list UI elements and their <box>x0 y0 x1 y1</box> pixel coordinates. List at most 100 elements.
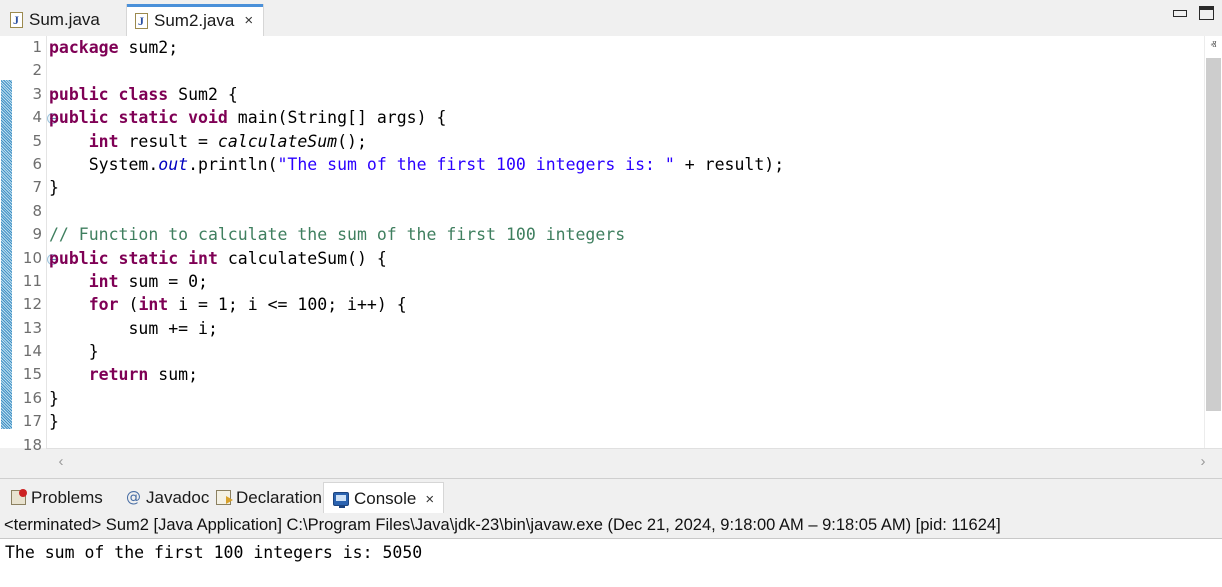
code-token: public <box>49 85 109 104</box>
line-number: 16 <box>0 387 46 410</box>
code-token <box>49 365 89 384</box>
code-token: out <box>158 155 188 174</box>
console-panel[interactable]: <terminated> Sum2 [Java Application] C:\… <box>0 513 1222 587</box>
code-token <box>49 132 89 151</box>
code-token: int <box>89 132 119 151</box>
line-number-ruler: 1 2 3 4 5 6 7 8 9 10 11 12 13 14 15 16 17 18 <box>0 36 46 457</box>
code-token: result = <box>119 132 218 151</box>
scroll-left-icon[interactable]: ‹ <box>50 449 72 473</box>
code-line: sum += i; <box>49 317 1179 340</box>
editor-gutter: 1 2 3 4 5 6 7 8 9 10 11 12 13 14 15 16 17 18 <box>0 36 47 448</box>
source-code-text[interactable]: package sum2; public class Sum2 {public … <box>49 36 1179 448</box>
code-token <box>109 85 119 104</box>
code-token <box>178 249 188 268</box>
code-token: "The sum of the first 100 integers is: " <box>278 155 675 174</box>
line-number: 12 <box>0 293 46 316</box>
code-token: return <box>89 365 149 384</box>
bottom-view-tab-bar: Problems @ Javadoc Declaration Console × <box>0 478 1222 515</box>
editor-tab-sum2-java[interactable]: Sum2.java × <box>126 4 264 36</box>
code-line: package sum2; <box>49 36 1179 59</box>
code-token: // Function to calculate the sum of the … <box>49 225 625 244</box>
code-token: public <box>49 108 109 127</box>
console-launch-header: <terminated> Sum2 [Java Application] C:\… <box>0 513 1222 539</box>
declaration-icon <box>216 490 231 505</box>
active-tab-underline <box>127 4 263 7</box>
tab-label: Declaration <box>236 488 322 508</box>
code-token: .println( <box>188 155 277 174</box>
console-icon <box>333 492 349 506</box>
code-token: } <box>49 412 59 431</box>
code-token: void <box>188 108 228 127</box>
tab-console[interactable]: Console × <box>323 482 444 515</box>
code-line: int result = calculateSum(); <box>49 130 1179 153</box>
code-token: (); <box>337 132 367 151</box>
editor-tab-label: Sum.java <box>29 10 100 30</box>
tab-declaration[interactable]: Declaration <box>207 482 331 513</box>
code-token <box>109 249 119 268</box>
problems-icon <box>11 490 26 505</box>
line-number: 17 <box>0 410 46 433</box>
code-line: public static int calculateSum() { <box>49 247 1179 270</box>
code-token: } <box>49 342 99 361</box>
code-token: public <box>49 249 109 268</box>
scroll-up-icon[interactable]: ⱏ <box>1205 36 1222 54</box>
code-token <box>49 272 89 291</box>
code-token: } <box>49 178 59 197</box>
line-number: 15 <box>0 363 46 386</box>
java-file-icon <box>135 13 148 29</box>
code-token: ( <box>119 295 139 314</box>
code-token <box>178 108 188 127</box>
code-line <box>49 59 1179 82</box>
window-controls <box>1173 6 1214 20</box>
code-line: System.out.println("The sum of the first… <box>49 153 1179 176</box>
code-line: public class Sum2 { <box>49 83 1179 106</box>
code-token: + result); <box>675 155 784 174</box>
tab-label: Problems <box>31 488 103 508</box>
code-token: main(String[] args) { <box>228 108 447 127</box>
code-line: int sum = 0; <box>49 270 1179 293</box>
scroll-right-icon[interactable]: › <box>1192 449 1214 473</box>
code-token: i = 1; i <= 100; i++) { <box>168 295 406 314</box>
line-number: 14 <box>0 340 46 363</box>
tab-label: Console <box>354 489 416 509</box>
line-number: 8 <box>0 200 46 223</box>
editor-horizontal-scrollbar[interactable]: ‹ › <box>46 448 1222 473</box>
code-token: sum += i; <box>49 319 218 338</box>
line-number: 7 <box>0 176 46 199</box>
editor-vertical-scrollbar[interactable]: ⱏ ⱟ <box>1204 36 1222 448</box>
tab-javadoc[interactable]: @ Javadoc <box>117 482 218 513</box>
line-number: 6 <box>0 153 46 176</box>
code-token: sum2; <box>119 38 179 57</box>
close-icon[interactable]: × <box>425 491 434 508</box>
code-token: Sum2 { <box>168 85 238 104</box>
eclipse-ide-window: Sum.java Sum2.java × 1234567891011121314… <box>0 0 1222 587</box>
code-token: calculateSum <box>218 132 337 151</box>
maximize-icon[interactable] <box>1199 6 1214 20</box>
code-line: return sum; <box>49 363 1179 386</box>
editor-tab-bar: Sum.java Sum2.java × <box>0 0 1222 37</box>
line-number: 4 <box>0 106 46 129</box>
line-number: 5 <box>0 130 46 153</box>
code-token: int <box>138 295 168 314</box>
code-editor[interactable]: 1 2 3 4 5 6 7 8 9 10 11 12 13 14 15 16 17 18 package sum2… <box>0 36 1222 448</box>
code-line: public static void main(String[] args) { <box>49 106 1179 129</box>
close-icon[interactable]: × <box>244 13 253 28</box>
vertical-scrollbar-thumb[interactable] <box>1206 58 1221 411</box>
minimize-icon[interactable] <box>1173 10 1187 17</box>
code-token: calculateSum() { <box>218 249 387 268</box>
tab-problems[interactable]: Problems <box>2 482 112 513</box>
code-line: } <box>49 387 1179 410</box>
line-number: 1 <box>0 36 46 59</box>
line-number: 10 <box>0 247 46 270</box>
code-token: package <box>49 38 119 57</box>
line-number: 9 <box>0 223 46 246</box>
scroll-down-icon[interactable]: ⱟ <box>1205 430 1222 448</box>
editor-tab-sum-java[interactable]: Sum.java <box>2 4 110 35</box>
code-token: int <box>89 272 119 291</box>
code-line: } <box>49 176 1179 199</box>
tab-label: Javadoc <box>146 488 209 508</box>
line-number: 13 <box>0 317 46 340</box>
code-token: int <box>188 249 218 268</box>
code-line <box>49 200 1179 223</box>
line-number: 2 <box>0 59 46 82</box>
